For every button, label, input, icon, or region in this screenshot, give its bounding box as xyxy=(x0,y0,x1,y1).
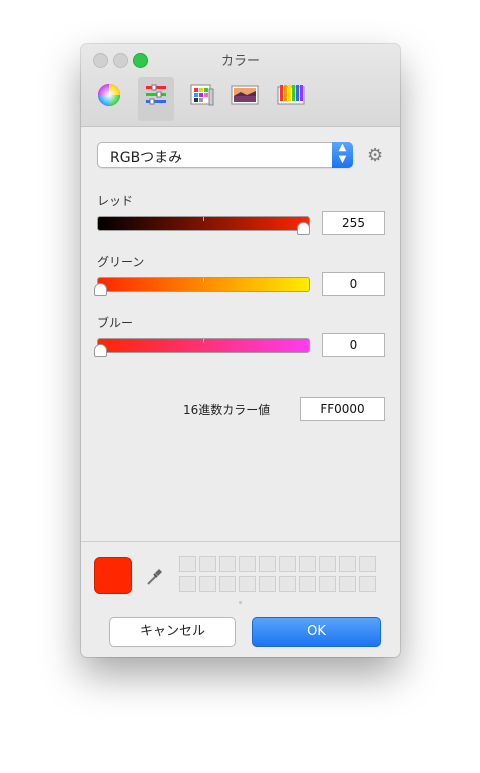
swatch-cell[interactable] xyxy=(259,576,276,592)
swatch-cell[interactable] xyxy=(179,576,196,592)
swatch-cell[interactable] xyxy=(339,576,356,592)
swatch-cell[interactable] xyxy=(359,576,376,592)
tool-color-sliders[interactable] xyxy=(138,77,174,121)
green-label: グリーン xyxy=(97,255,145,269)
swatch-cell[interactable] xyxy=(219,576,236,592)
swatch-cell[interactable] xyxy=(259,556,276,572)
color-mode-select[interactable]: RGBつまみ ▲ ▼ xyxy=(97,142,353,168)
swatch-cell[interactable] xyxy=(279,556,296,572)
swatch-cell[interactable] xyxy=(239,556,256,572)
current-color-swatch[interactable] xyxy=(94,557,132,594)
hex-value-field[interactable]: FF0000 xyxy=(300,397,385,421)
ok-button[interactable]: OK xyxy=(252,617,381,647)
swatch-cell[interactable] xyxy=(299,556,316,572)
track-tick xyxy=(203,278,204,282)
title-bar: カラー xyxy=(81,44,400,127)
track-tick xyxy=(203,339,204,343)
green-value-field[interactable]: 0 xyxy=(322,272,385,296)
gear-icon[interactable]: ⚙ xyxy=(367,145,383,166)
swatch-cell[interactable] xyxy=(199,556,216,572)
blue-label: ブルー xyxy=(97,316,134,330)
swatch-cell[interactable] xyxy=(179,556,196,572)
swatch-cell[interactable] xyxy=(319,576,336,592)
swatch-cell[interactable] xyxy=(279,576,296,592)
swatch-cell[interactable] xyxy=(359,556,376,572)
swatch-cell[interactable] xyxy=(199,576,216,592)
crayon-box-icon xyxy=(277,85,305,105)
chevron-updown-icon: ▲ ▼ xyxy=(332,142,353,168)
divider xyxy=(81,541,400,542)
color-picker-window: カラー RGBつまみ ▲ ▼ ⚙ レッド 255 グリーン 0 ブルー 0 16… xyxy=(81,44,400,657)
red-slider-track[interactable] xyxy=(97,216,310,231)
eyedropper-icon[interactable] xyxy=(145,566,163,591)
sliders-icon xyxy=(146,84,166,105)
tool-color-wheel[interactable] xyxy=(91,77,127,121)
tool-color-palettes[interactable] xyxy=(184,77,220,121)
tool-crayons[interactable] xyxy=(273,77,309,121)
color-mode-value: RGBつまみ xyxy=(110,150,183,166)
cancel-button[interactable]: キャンセル xyxy=(109,617,236,647)
red-slider-thumb[interactable] xyxy=(297,222,310,235)
blue-slider-track[interactable] xyxy=(97,338,310,353)
blue-value-field[interactable]: 0 xyxy=(322,333,385,357)
red-value-field[interactable]: 255 xyxy=(322,211,385,235)
resize-handle[interactable] xyxy=(239,601,242,604)
swatch-cell[interactable] xyxy=(239,576,256,592)
hex-label: 16進数カラー値 xyxy=(183,403,271,417)
swatch-well[interactable] xyxy=(179,556,376,594)
tool-image-palettes[interactable] xyxy=(227,77,263,121)
green-slider-thumb[interactable] xyxy=(94,283,107,296)
window-title: カラー xyxy=(220,54,260,69)
swatch-cell[interactable] xyxy=(339,556,356,572)
red-label: レッド xyxy=(97,194,134,208)
image-icon xyxy=(231,85,259,105)
color-wheel-icon xyxy=(98,84,120,106)
swatch-cell[interactable] xyxy=(319,556,336,572)
blue-slider-thumb[interactable] xyxy=(94,344,107,357)
swatch-cell[interactable] xyxy=(219,556,236,572)
green-slider-track[interactable] xyxy=(97,277,310,292)
palette-icon xyxy=(190,84,214,106)
track-tick xyxy=(203,217,204,221)
swatch-cell[interactable] xyxy=(299,576,316,592)
